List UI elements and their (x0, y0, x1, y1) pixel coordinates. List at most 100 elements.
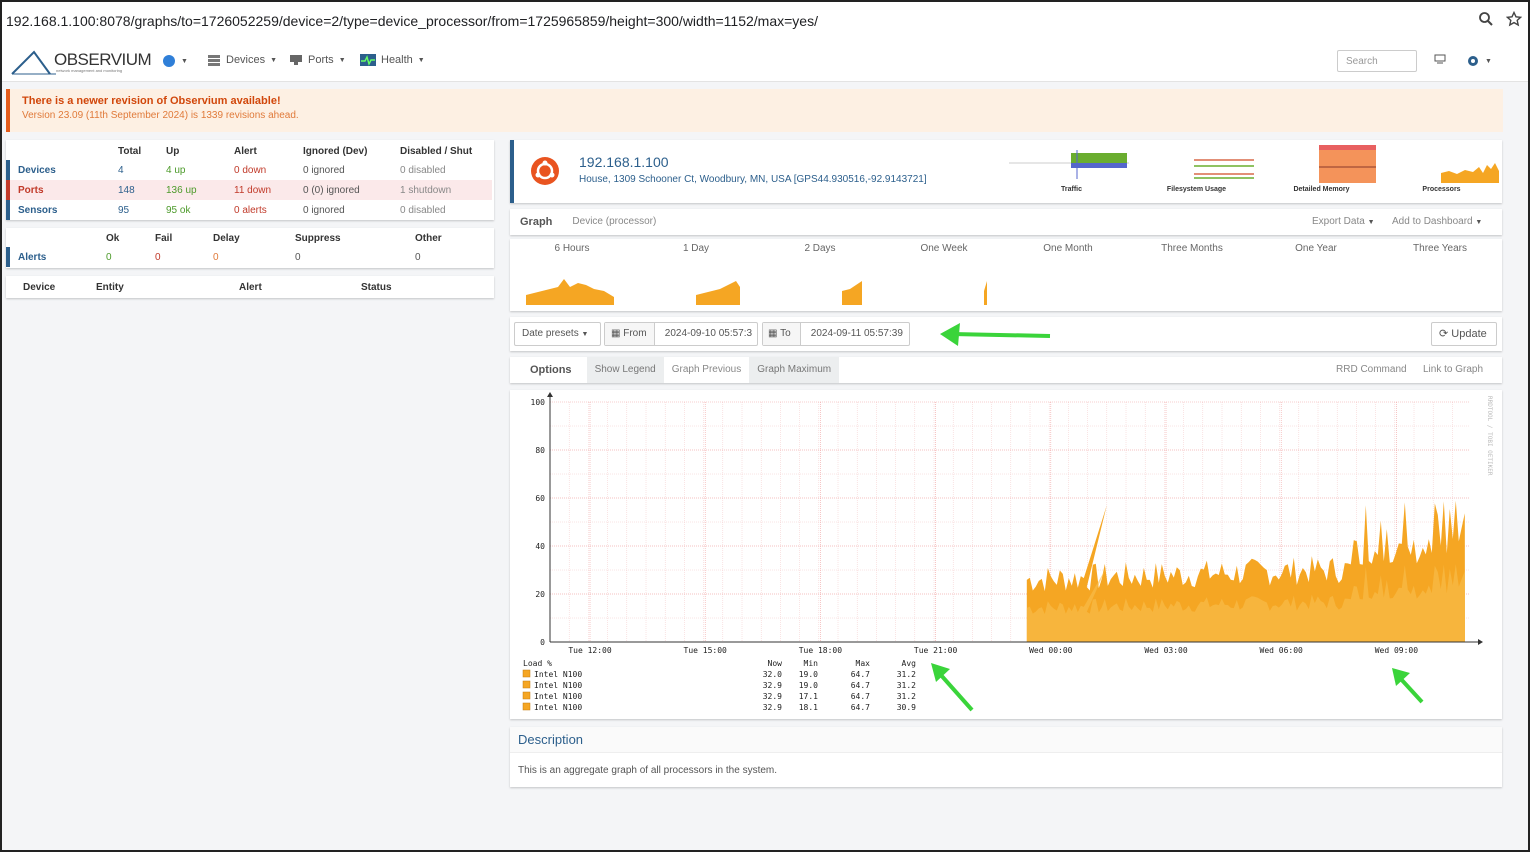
period-three-years[interactable]: Three Years (1378, 243, 1502, 254)
devices-menu[interactable]: Devices ▼ (207, 54, 277, 66)
date-presets-dropdown[interactable]: Date presets ▼ (514, 322, 601, 346)
bookmark-star-icon[interactable] (1500, 10, 1528, 32)
link-to-graph-link[interactable]: Link to Graph (1423, 357, 1483, 383)
ports-menu[interactable]: Ports ▼ (289, 54, 346, 66)
memory-mini-graph[interactable]: Detailed Memory (1259, 145, 1384, 193)
summary-alert: 11 down (226, 180, 295, 200)
entity-header: Device (23, 281, 56, 293)
thumb-2d (842, 281, 862, 305)
globe-icon (163, 55, 175, 67)
summary-table: Total Up Alert Ignored (Dev) Disabled / … (6, 142, 494, 220)
alerts-header: Fail (155, 232, 173, 244)
server-icon (208, 55, 220, 66)
summary-ignored: 0 ignored (303, 164, 345, 176)
mini-graph-label: Traffic (1060, 186, 1082, 193)
to-label-text: To (780, 328, 791, 339)
health-menu-label: Health (381, 54, 413, 66)
gear-icon (1468, 56, 1478, 66)
legend-value: 18.1 (799, 703, 818, 712)
period-one-year[interactable]: One Year (1254, 243, 1378, 254)
period-6-hours[interactable]: 6 Hours (510, 243, 634, 254)
summary-header: Total (118, 145, 142, 157)
legend-value: 31.2 (897, 692, 916, 701)
legend-value: 64.7 (851, 681, 870, 690)
health-menu[interactable]: Health ▼ (360, 54, 425, 66)
export-data-menu[interactable]: Export Data ▼ (1312, 209, 1375, 236)
legend-value: 32.9 (763, 692, 782, 701)
graph-previous-button[interactable]: Graph Previous (664, 357, 749, 383)
settings-menu[interactable]: ▼ (1466, 54, 1492, 68)
period-one-week[interactable]: One Week (882, 243, 1006, 254)
description-text: This is an aggregate graph of all proces… (518, 765, 778, 776)
legend-series-name: Intel N100 (534, 681, 582, 690)
summary-row-devices[interactable]: Devices 4 4 up 0 down 0 ignored 0 disabl… (6, 160, 492, 180)
calendar-icon: ▦ (768, 328, 778, 339)
summary-alert: 0 alerts (234, 204, 267, 216)
thumb-6h (526, 279, 614, 305)
summary-row-ports[interactable]: Ports 148 136 up 11 down 0 (0) ignored 1… (6, 180, 492, 200)
x-tick-label: Wed 03:00 (1144, 646, 1188, 655)
observium-logo[interactable]: OBSERVIUM network management and monitor… (10, 48, 152, 76)
to-date-group: ▦ To 2024-09-11 05:57:39 (762, 322, 910, 346)
chevron-down-icon: ▼ (581, 331, 589, 338)
legend-header: Now (768, 659, 783, 668)
update-button[interactable]: ⟳ Update (1431, 322, 1497, 346)
filesystem-sparkline (1194, 159, 1254, 179)
screen-toggle[interactable] (1434, 54, 1446, 64)
rrd-command-link[interactable]: RRD Command (1336, 357, 1407, 383)
period-three-months[interactable]: Three Months (1130, 243, 1254, 254)
tab-graph[interactable]: Graph (510, 209, 562, 235)
alerts-header: Suppress (295, 232, 341, 244)
to-date-input[interactable]: 2024-09-11 05:57:39 (804, 328, 903, 339)
processor-load-chart[interactable]: 0 20 40 60 80 100 Tue 12:00 Tue 15:00 Tue 18:00 T… (510, 390, 1502, 719)
update-alert-detail: Version 23.09 (11th September 2024) is 1… (22, 110, 299, 121)
logo-subtitle: network management and monitoring (56, 68, 123, 73)
y-tick-label: 60 (535, 494, 545, 503)
options-tab[interactable]: Options (510, 357, 587, 383)
tab-device-processor[interactable]: Device (processor) (562, 209, 666, 235)
from-date-input[interactable]: 2024-09-10 05:57:3 (658, 328, 752, 339)
rrdtool-watermark: RRDTOOL / TOBI OETIKER (1486, 396, 1493, 476)
graph-options-bar: Options Show Legend Graph Previous Graph… (510, 357, 1502, 383)
processors-mini-graph[interactable]: Processors (1379, 145, 1504, 193)
ports-menu-label: Ports (308, 54, 334, 66)
update-button-label: Update (1451, 328, 1487, 340)
summary-row-label[interactable]: Devices (6, 160, 110, 180)
legend-series-name: Intel N100 (534, 692, 582, 701)
y-tick-label: 100 (531, 398, 546, 407)
period-one-month[interactable]: One Month (1006, 243, 1130, 254)
filesystem-mini-graph[interactable]: Filesystem Usage (1134, 145, 1259, 193)
alerts-row-label[interactable]: Alerts (6, 247, 98, 267)
from-date-group: ▦ From 2024-09-10 05:57:3 (604, 322, 758, 346)
period-1-day[interactable]: 1 Day (634, 243, 758, 254)
traffic-mini-graph[interactable]: Traffic (1009, 145, 1134, 193)
legend-series-name: Intel N100 (534, 703, 582, 712)
device-location: House, 1309 Schooner Ct, Woodbury, MN, U… (579, 174, 927, 185)
chevron-down-icon: ▼ (1475, 219, 1483, 226)
show-legend-button[interactable]: Show Legend (586, 357, 664, 383)
legend-value: 32.9 (763, 703, 782, 712)
legend-swatch (522, 680, 531, 689)
legend-value: 64.7 (851, 703, 870, 712)
period-2-days[interactable]: 2 Days (758, 243, 882, 254)
chevron-down-icon: ▼ (1485, 57, 1492, 65)
summary-row-sensors[interactable]: Sensors 95 95 ok 0 alerts 0 ignored 0 di… (6, 200, 492, 220)
address-bar[interactable]: 192.168.1.100:8078/graphs/to=1726052259/… (2, 2, 1528, 40)
x-tick-label: Tue 12:00 (568, 646, 612, 655)
summary-up: 136 up (158, 180, 226, 200)
device-name-link[interactable]: 192.168.1.100 (579, 154, 669, 170)
summary-row-label[interactable]: Ports (6, 180, 110, 200)
summary-row-label[interactable]: Sensors (6, 200, 110, 220)
add-to-dashboard-menu[interactable]: Add to Dashboard ▼ (1392, 209, 1482, 236)
zoom-icon[interactable] (1472, 11, 1500, 32)
legend-header: Min (804, 659, 819, 668)
search-input[interactable]: Search (1337, 50, 1417, 72)
alerts-row[interactable]: Alerts 0 0 0 0 0 (6, 247, 494, 267)
alert-entity-panel: Device Entity Alert Status (6, 276, 494, 298)
graph-maximum-button[interactable]: Graph Maximum (749, 357, 840, 383)
legend-value: 30.9 (897, 703, 916, 712)
y-tick-label: 20 (535, 590, 545, 599)
globe-menu[interactable]: ▼ (162, 54, 188, 68)
url-text[interactable]: 192.168.1.100:8078/graphs/to=1726052259/… (6, 13, 1472, 29)
legend-value: 19.0 (799, 681, 818, 690)
